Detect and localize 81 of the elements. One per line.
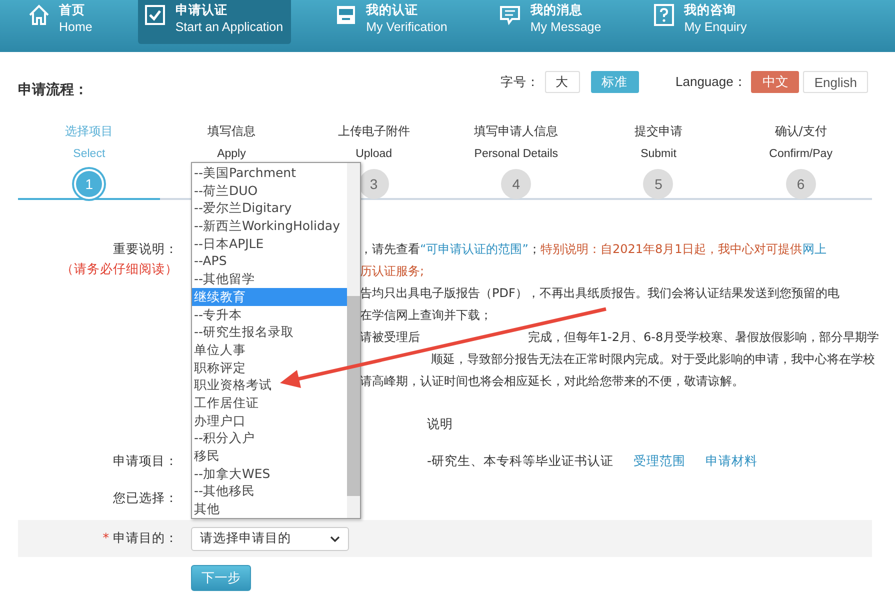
- step-title: 确认/支付: [774, 123, 827, 139]
- required-mark: *: [102, 530, 109, 545]
- step-subtitle: Apply: [217, 147, 246, 162]
- checkbox-icon: [143, 3, 168, 27]
- dropdown-option[interactable]: --积分入户: [192, 429, 347, 447]
- notes-text: 历认证服务;: [360, 264, 424, 278]
- dropdown-option[interactable]: 职称评定: [192, 358, 347, 376]
- table-cell: -研究生、本专科等毕业证书认证: [427, 453, 614, 470]
- column-header: 说明: [427, 416, 453, 433]
- step-subtitle: Upload: [356, 147, 392, 162]
- dropdown-option[interactable]: --研究生报名录取: [192, 323, 347, 341]
- step-title: 上传电子附件: [338, 123, 410, 139]
- page-title: 申请流程：: [18, 81, 88, 99]
- scrollbar[interactable]: [347, 163, 360, 518]
- dropdown-list[interactable]: --美国Parchment --荷兰DUO --爱尔兰Digitary --新西兰WorkingHoliday --日本APJLE --APS --其他留学 继续教育 --专升本 --研究生报名录取 单位人事 职称评定 职业资格考试 工作居住证 办理户口 --积分入户 移民 --加拿大WES --其他移民 其他: [191, 162, 361, 519]
- question-icon: [652, 3, 676, 27]
- chat-bubble-icon: [498, 3, 522, 27]
- dropdown-option[interactable]: 职业资格考试: [192, 376, 347, 394]
- notes-text: 完成，但每年1-2月、6-8月受学校寒、暑假放假影响，部分早期学: [528, 329, 880, 346]
- nav-label: My Verification: [366, 19, 448, 36]
- scrollbar-thumb[interactable]: [347, 296, 360, 496]
- home-icon: [27, 3, 51, 27]
- dropdown-option[interactable]: --其他留学: [192, 270, 347, 288]
- nav-label: 首页: [59, 2, 86, 18]
- step-number[interactable]: 6: [786, 169, 816, 199]
- nav-label: 申请认证: [175, 2, 228, 18]
- text-link[interactable]: 网上: [802, 242, 826, 256]
- dropdown-option[interactable]: --新西兰WorkingHoliday: [192, 217, 347, 235]
- nav-label: 我的消息: [530, 2, 584, 18]
- notes-text: 请被受理后: [360, 330, 420, 344]
- field-label: 申请项目：: [113, 453, 178, 468]
- language-label: Language：: [676, 73, 746, 91]
- dropdown-option[interactable]: 移民: [192, 447, 347, 465]
- notes-text: ；: [528, 242, 540, 256]
- step-subtitle: Submit: [640, 147, 676, 162]
- field-label: 您已选择：: [113, 490, 178, 505]
- nav-label: My Enquiry: [684, 19, 747, 36]
- text-link[interactable]: 受理范围: [634, 453, 686, 470]
- nav-label: Home: [59, 19, 92, 36]
- step-number[interactable]: 5: [643, 169, 674, 199]
- step-subtitle: Confirm/Pay: [769, 147, 832, 162]
- chevron-down-icon: [330, 536, 340, 542]
- nav-label: My Message: [530, 19, 602, 36]
- dropdown-option[interactable]: 工作居住证: [192, 394, 347, 412]
- step-subtitle: Select: [73, 147, 106, 162]
- dropdown-option[interactable]: --专升本: [192, 306, 347, 324]
- nav-label: 我的咨询: [684, 2, 738, 18]
- dropdown-option[interactable]: --日本APJLE: [192, 234, 347, 252]
- step-subtitle: Personal Details: [474, 147, 558, 162]
- text-link[interactable]: 申请材料: [706, 453, 758, 470]
- notes-text: ，请先查看: [360, 242, 420, 256]
- font-size-button[interactable]: 大: [544, 71, 580, 93]
- nav-label: 我的认证: [366, 2, 420, 18]
- dropdown-option[interactable]: --爱尔兰Digitary: [192, 199, 347, 218]
- dropdown-option[interactable]: 办理户口: [192, 412, 347, 430]
- dropdown-option[interactable]: --荷兰DUO: [192, 182, 347, 200]
- notes-text: 请高峰期，认证时间也将会相应延长，对此给您带来的不便，敬请谅解。: [360, 374, 744, 388]
- step-title: 填写申请人信息: [474, 123, 558, 139]
- notes-text: 顺延，导致部分报告无法在正常时限内完成。对于受此影响的申请，我中心将在学校: [430, 351, 875, 368]
- nav-label: Start an Application: [175, 19, 284, 36]
- step-title: 选择项目: [65, 123, 114, 139]
- notes-text: 特别说明：自2021年8月1日起，我中心对可提供: [540, 242, 802, 256]
- dropdown-option[interactable]: 单位人事: [192, 340, 347, 359]
- notes-text: 在学信网上查询并下载；: [360, 308, 492, 322]
- dropdown-option[interactable]: --加拿大WES: [192, 464, 347, 482]
- language-button[interactable]: English: [803, 71, 868, 93]
- nav-item[interactable]: 申请认证 Start an Application: [138, 0, 292, 44]
- dropdown-option[interactable]: --美国Parchment: [192, 164, 347, 182]
- purpose-select[interactable]: 请选择申请目的: [191, 526, 349, 550]
- notes-text: 告均只出具电子版报告（PDF），不再出具纸质报告。我们会将认证结果发送到您预留的电: [360, 286, 840, 300]
- notes-hint: （请务必仔细阅读）: [60, 260, 178, 278]
- dropdown-option[interactable]: --APS: [192, 252, 347, 270]
- notes-label: 重要说明：: [112, 240, 178, 258]
- dropdown-option[interactable]: --其他移民: [192, 482, 347, 500]
- step-number[interactable]: 4: [501, 169, 532, 199]
- step-title: 提交申请: [634, 123, 682, 139]
- step-title: 填写信息: [207, 123, 256, 139]
- field-label: 申请目的：: [113, 530, 178, 545]
- text-link[interactable]: “可申请认证的范围”: [420, 242, 528, 256]
- font-size-label: 字号：: [500, 74, 540, 90]
- dropdown-option[interactable]: 其他: [192, 500, 347, 518]
